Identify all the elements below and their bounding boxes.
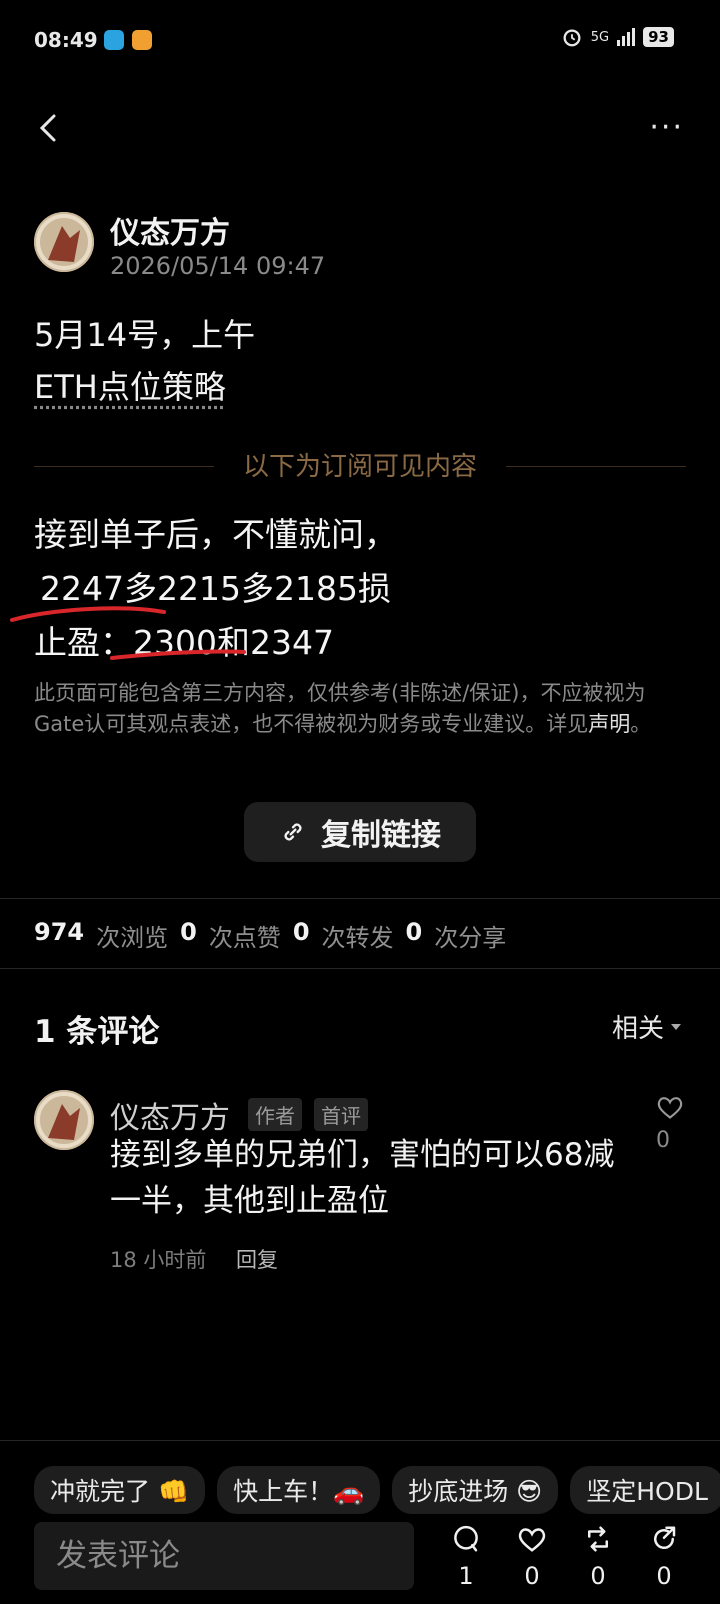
subscriber-content-label: 以下为订阅可见内容 <box>242 452 477 482</box>
telegram-icon <box>104 30 124 50</box>
author-name[interactable]: 仪态万方 <box>110 208 230 252</box>
network-label: 5G <box>590 29 610 45</box>
heart-icon <box>518 1528 546 1552</box>
comments-action[interactable]: 1 <box>446 1524 486 1590</box>
copy-link-button[interactable]: 复制链接 <box>244 802 476 862</box>
post-date: 2026/05/14 09:47 <box>110 252 326 280</box>
copy-link-label: 复制链接 <box>321 818 441 853</box>
post-line-2: ETH点位策略 <box>34 368 226 406</box>
share-action[interactable]: 0 <box>644 1524 684 1590</box>
like-action-count: 0 <box>524 1562 540 1590</box>
repost-icon <box>588 1526 608 1552</box>
shares-label: 次分享 <box>434 924 507 952</box>
alarm-icon <box>563 29 581 47</box>
quick-reply-chip[interactable]: 冲就完了 👊 <box>34 1466 206 1514</box>
comment-input[interactable]: 发表评论 <box>34 1522 414 1590</box>
quick-reply-chip[interactable]: 快上车！🚗 <box>217 1466 381 1514</box>
status-time: 08:49 <box>34 28 98 52</box>
first-comment-tag: 首评 <box>314 1098 368 1131</box>
comments-action-count: 1 <box>458 1562 474 1590</box>
signal-icon <box>617 28 636 46</box>
shares-count: 0 <box>405 918 423 946</box>
quick-reply-chips: 冲就完了 👊 快上车！🚗 抄底进场 😎 坚定HODL <box>34 1466 720 1514</box>
likes-label: 次点赞 <box>208 924 281 952</box>
content-line-1: 接到单子后，不懂就问， <box>34 515 397 554</box>
views-count: 974 <box>34 918 85 946</box>
separator <box>0 968 720 969</box>
author-tag: 作者 <box>248 1098 302 1131</box>
comment-time: 18 小时前 <box>110 1248 207 1272</box>
author-avatar[interactable] <box>34 212 94 272</box>
comments-title: 1 条评论 <box>34 1014 160 1050</box>
disclaimer-text: 此页面可能包含第三方内容，仅供参考(非陈述/保证)，不应被视为Gate认可其观点… <box>34 681 652 736</box>
back-icon[interactable] <box>34 110 64 146</box>
reposts-count: 0 <box>292 918 310 946</box>
repost-action-count: 0 <box>590 1562 606 1590</box>
share-icon <box>654 1526 676 1550</box>
sort-dropdown[interactable]: 相关 <box>612 1008 682 1045</box>
share-action-count: 0 <box>656 1562 672 1590</box>
comment-bubble-icon <box>454 1525 478 1552</box>
red-underline-marks <box>10 606 246 660</box>
like-action[interactable]: 0 <box>512 1524 552 1590</box>
link-icon <box>284 823 302 841</box>
separator <box>0 1440 720 1441</box>
quick-reply-chip[interactable]: 坚定HODL <box>570 1466 720 1514</box>
post-stats: 974 次浏览 0 次点赞 0 次转发 0 次分享 <box>34 918 506 953</box>
status-indicators: 5G 93 <box>561 26 674 48</box>
post-line-1: 5月14号，上午 <box>34 316 256 354</box>
reply-button[interactable]: 回复 <box>236 1244 278 1274</box>
comment-text: 接到多单的兄弟们，害怕的可以68减一半，其他到止盈位 <box>110 1137 615 1219</box>
divider-right <box>506 466 686 467</box>
commenter-name[interactable]: 仪态万方 <box>110 1093 230 1137</box>
battery-level: 93 <box>643 27 674 47</box>
heart-icon[interactable] <box>656 1094 684 1120</box>
reposts-label: 次转发 <box>321 924 394 952</box>
views-label: 次浏览 <box>96 924 169 952</box>
disclaimer-link[interactable]: 声明 <box>588 712 630 736</box>
comment-like-count: 0 <box>656 1128 670 1153</box>
commenter-avatar[interactable] <box>34 1090 94 1150</box>
quick-reply-chip[interactable]: 抄底进场 😎 <box>392 1466 559 1514</box>
sort-label: 相关 <box>611 1014 664 1044</box>
likes-count: 0 <box>180 918 197 946</box>
caret-down-icon <box>671 1023 681 1030</box>
app-notification-icon <box>132 30 152 50</box>
repost-action[interactable]: 0 <box>578 1524 618 1590</box>
separator <box>0 898 720 899</box>
more-options-icon[interactable]: ··· <box>649 110 684 145</box>
